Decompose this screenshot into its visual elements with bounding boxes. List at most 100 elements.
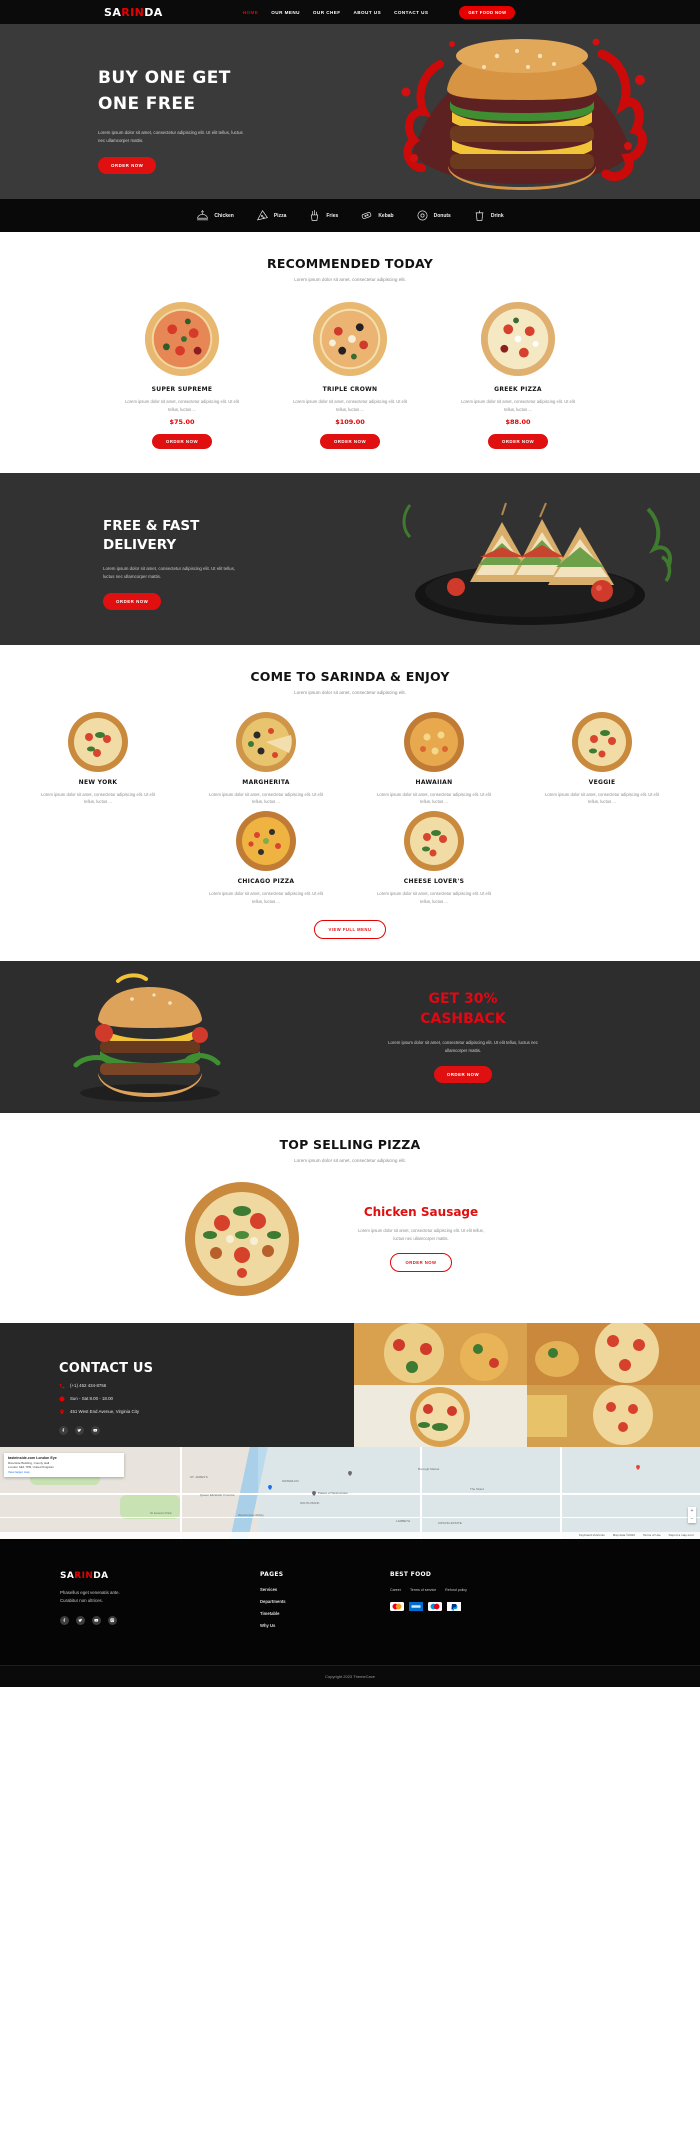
paypal-icon <box>447 1601 461 1611</box>
product-card[interactable]: SUPER SUPREME Lorem ipsum dolor sit amet… <box>117 300 247 449</box>
menu-card[interactable]: NEW YORK Lorem ipsum dolor sit amet, con… <box>33 711 163 807</box>
category-donuts[interactable]: Donuts <box>416 209 451 222</box>
map-zoom-out-button[interactable]: − <box>688 1515 696 1523</box>
mastercard-icon <box>390 1601 404 1611</box>
footer-logo-part-1: SA <box>60 1570 75 1581</box>
top-selling-info: Chicken Sausage Lorem ipsum dolor sit am… <box>326 1205 516 1273</box>
footer-link-career[interactable]: Career <box>390 1588 401 1592</box>
menu-card[interactable]: MARGHERITA Lorem ipsum dolor sit amet, c… <box>201 711 331 807</box>
kebab-icon <box>362 212 372 219</box>
youtube-icon[interactable] <box>92 1615 101 1625</box>
map-road <box>0 1516 700 1519</box>
top-selling-row: Chicken Sausage Lorem ipsum dolor sit am… <box>0 1181 700 1297</box>
map-label: WATERLOO <box>282 1478 299 1483</box>
product-price: $75.00 <box>169 417 195 426</box>
burger-stack-image <box>73 973 221 1102</box>
product-order-button[interactable]: ORDER NOW <box>487 433 549 449</box>
nav-item-contact-us[interactable]: CONTACT US <box>394 10 428 15</box>
footer-logo[interactable]: SARINDA <box>60 1571 260 1581</box>
menu-card[interactable]: VEGGIE Lorem ipsum dolor sit amet, conse… <box>537 711 667 807</box>
footer-columns: SARINDA Phasellus eget venenatis ante. C… <box>0 1571 700 1635</box>
footer-link-timetable[interactable]: Timetable <box>260 1611 390 1616</box>
map-label: Queen Elizabeth II Centre <box>200 1492 235 1497</box>
map-road <box>560 1446 562 1539</box>
map-keyboard-shortcuts[interactable]: Keyboard shortcuts <box>579 1533 605 1537</box>
hero-title-line-1: BUY ONE GET <box>98 68 231 88</box>
category-drink[interactable]: Drink <box>473 209 504 222</box>
youtube-icon[interactable] <box>91 1425 100 1435</box>
menu-name: CHEESE LOVER'S <box>403 878 465 886</box>
footer-pages-column: PAGES Services Departments Timetable Why… <box>260 1571 390 1635</box>
map-marker-icon[interactable] <box>312 1490 316 1496</box>
menu-card[interactable]: HAWAIIAN Lorem ipsum dolor sit amet, con… <box>369 711 499 807</box>
nav-item-home[interactable]: HOME <box>243 10 259 15</box>
contact-photo-grid <box>354 1322 700 1447</box>
cashback-paragraph: Lorem ipsum dolor sit amet, consectetur … <box>388 1039 538 1053</box>
map-zoom-in-button[interactable]: + <box>688 1507 696 1515</box>
maestro-icon <box>428 1601 442 1611</box>
top-selling-product-desc: Lorem ipsum dolor sit amet, consectetur … <box>358 1228 484 1242</box>
contact-hours: Sun - Sat 8.00 - 18.00 <box>70 1396 113 1402</box>
map-info-card[interactable]: tasteinside.com London Eye Riverside Bui… <box>4 1452 124 1478</box>
donut-icon <box>417 210 428 221</box>
footer-tagline: Phasellus eget venenatis ante. Curabitur… <box>60 1589 260 1605</box>
top-selling-order-button[interactable]: ORDER NOW <box>390 1253 452 1273</box>
product-card[interactable]: GREEK PIZZA Lorem ipsum dolor sit amet, … <box>453 300 583 449</box>
location-map[interactable]: ST. JAMES'S WATERLOO SOUTH BANK LAMBETH … <box>0 1446 700 1539</box>
burger-splash-image <box>401 38 647 190</box>
top-selling-product-name: Chicken Sausage <box>363 1205 479 1220</box>
cashback-order-now-button[interactable]: ORDER NOW <box>433 1065 493 1083</box>
footer-link-refund-policy[interactable]: Refund policy <box>445 1588 467 1592</box>
map-zoom-controls[interactable]: + − <box>688 1506 696 1523</box>
product-desc: Lorem ipsum dolor sit amet, consectetur … <box>293 399 407 412</box>
menu-desc: Lorem ipsum dolor sit amet, consectetur … <box>209 891 323 904</box>
nav-item-about-us[interactable]: ABOUT US <box>354 10 382 15</box>
footer-link-terms-of-service[interactable]: Terms of service <box>410 1588 436 1592</box>
delivery-order-now-button[interactable]: ORDER NOW <box>103 592 162 610</box>
product-order-button[interactable]: ORDER NOW <box>151 433 213 449</box>
product-desc: Lorem ipsum dolor sit amet, consectetur … <box>125 399 239 412</box>
map-marker-icon[interactable] <box>636 1464 640 1470</box>
map-marker-icon[interactable] <box>268 1484 272 1490</box>
map-report-error-link[interactable]: Report a map error <box>669 1533 694 1537</box>
product-order-button[interactable]: ORDER NOW <box>319 433 381 449</box>
footer-legal-links: Career Terms of service Refund policy <box>390 1588 610 1592</box>
map-label: LAMBETH <box>396 1518 411 1523</box>
footer-bestfood-title: BEST FOOD <box>390 1570 432 1578</box>
category-label-drink: Drink <box>490 212 504 219</box>
map-terms-link[interactable]: Terms of Use <box>643 1533 661 1537</box>
menu-card[interactable]: CHEESE LOVER'S Lorem ipsum dolor sit ame… <box>369 810 499 906</box>
map-marker-icon[interactable] <box>348 1470 352 1476</box>
facebook-icon[interactable] <box>59 1425 68 1435</box>
cashback-content: GET 30% CASHBACK Lorem ipsum dolor sit a… <box>318 990 608 1083</box>
sandwich-plate-image <box>402 502 673 625</box>
hero-order-now-button[interactable]: ORDER NOW <box>98 156 157 174</box>
twitter-icon[interactable] <box>76 1615 85 1625</box>
menu-image <box>571 711 633 773</box>
map-view-larger-link[interactable]: View larger map <box>8 1470 120 1475</box>
twitter-icon[interactable] <box>75 1425 84 1435</box>
site-logo[interactable]: SARINDA <box>104 6 163 19</box>
footer-link-departments[interactable]: Departments <box>260 1599 390 1604</box>
contact-phone-row[interactable]: (+1) 452 434-8756 <box>59 1383 354 1389</box>
category-chicken[interactable]: Chicken <box>196 209 234 222</box>
product-card[interactable]: TRIPLE CROWN Lorem ipsum dolor sit amet,… <box>285 300 415 449</box>
nav-item-our-menu[interactable]: OUR MENU <box>271 10 300 15</box>
facebook-icon[interactable] <box>60 1615 69 1625</box>
get-food-now-button[interactable]: GET FOOD NOW <box>459 5 516 19</box>
footer-link-services[interactable]: Services <box>260 1587 390 1592</box>
menu-name: CHICAGO PIZZA <box>237 878 295 886</box>
category-pizza[interactable]: Pizza <box>256 209 286 222</box>
category-fries[interactable]: Fries <box>308 209 338 222</box>
footer-bestfood-column: BEST FOOD Career Terms of service Refund… <box>390 1571 610 1635</box>
instagram-icon[interactable] <box>108 1615 117 1625</box>
footer-link-why-us[interactable]: Why Us <box>260 1623 390 1628</box>
menu-card[interactable]: CHICAGO PIZZA Lorem ipsum dolor sit amet… <box>201 810 331 906</box>
menu-desc: Lorem ipsum dolor sit amet, consectetur … <box>209 791 323 805</box>
pizza-slice-icon <box>256 209 268 221</box>
category-kebab[interactable]: Kebab <box>360 209 394 222</box>
nav-item-our-chef[interactable]: OUR CHEF <box>313 10 341 15</box>
menu-image <box>403 810 465 872</box>
view-full-menu-button[interactable]: VIEW FULL MENU <box>313 919 387 939</box>
top-selling-image <box>184 1181 300 1297</box>
